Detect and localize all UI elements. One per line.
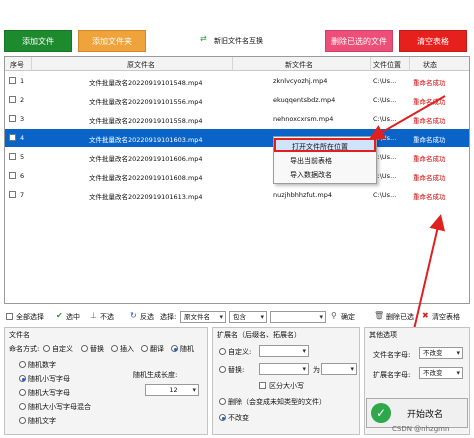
ext-label-delete: 删除（会变成未知类型的文件） (228, 398, 326, 406)
ext-replace-from-input[interactable] (259, 363, 309, 375)
filename-panel: 文件名 命名方式: 自定义 替换 插入 翻译 随机 随机数字 随机小写字母 随机… (4, 327, 208, 435)
select-mode-dropdown[interactable]: 包含 (229, 311, 267, 323)
delete-checked-button[interactable]: 删除已选 (386, 312, 414, 322)
ext-replace-to-input[interactable] (321, 363, 357, 375)
other-panel-title: 其他选项 (369, 331, 397, 339)
random-radio-uppercase[interactable] (19, 389, 26, 396)
ext-case-label: 扩展名字母: (373, 371, 411, 379)
random-label-uppercase: 随机大写字母 (28, 389, 70, 397)
mode-label-custom: 自定义 (52, 345, 73, 353)
ext-radio-no-change[interactable] (219, 414, 226, 421)
mode-label-replace: 替换 (90, 345, 104, 353)
name-case-label: 文件名字母: (373, 351, 411, 359)
random-radio-mixed[interactable] (19, 403, 26, 410)
refresh-icon: ↻ (130, 311, 137, 320)
mode-radio-replace[interactable] (81, 345, 88, 352)
check-icon: ✔ (56, 311, 63, 320)
select-all-label[interactable]: 全部选择 (16, 312, 44, 322)
ext-label-no-change: 不改变 (228, 414, 249, 422)
trash-icon: 🗑 (374, 311, 385, 320)
confirm-button[interactable]: 确定 (341, 312, 355, 322)
ext-as-label: 为 (313, 366, 320, 374)
select-checked-button[interactable]: 选中 (66, 312, 80, 322)
mode-label-translate: 翻译 (150, 345, 164, 353)
selection-toolbar: 全部选择 ✔ 选中 ⊥ 不选 ↻ 反选 选择: 原文件名 包含 ⚲ 确定 🗑 删… (4, 309, 470, 325)
select-field-dropdown[interactable]: 原文件名 (180, 311, 226, 323)
ext-custom-input[interactable] (259, 345, 309, 357)
select-label: 选择: (160, 313, 177, 321)
random-radio-digits[interactable] (19, 361, 26, 368)
unselect-button[interactable]: 不选 (100, 312, 114, 322)
watermark: CSDN @nhzgmn (392, 425, 450, 433)
case-sensitive-checkbox[interactable] (259, 382, 266, 389)
mode-radio-insert[interactable] (111, 345, 118, 352)
length-stepper[interactable]: 12 (145, 384, 199, 396)
mode-radio-random[interactable] (171, 345, 178, 352)
ext-case-dropdown[interactable]: 不改变 (419, 367, 463, 379)
search-icon: ⚲ (331, 311, 337, 320)
pin-icon: ⊥ (90, 311, 97, 320)
ext-radio-custom[interactable] (219, 348, 226, 355)
random-label-digits: 随机数字 (28, 361, 56, 369)
extension-panel-title: 扩展名（后缀名、拓展名） (217, 331, 301, 339)
select-keyword-input[interactable] (270, 311, 326, 323)
mode-label-random: 随机 (180, 345, 194, 353)
filename-panel-title: 文件名 (9, 331, 30, 339)
ext-label-replace: 替换: (228, 366, 245, 374)
random-radio-text[interactable] (19, 417, 26, 424)
clear-icon: ✖ (422, 311, 429, 320)
arrow-to-menu (368, 95, 446, 140)
length-label: 随机生成长度: (133, 371, 178, 379)
clear-table-small-button[interactable]: 清空表格 (432, 312, 460, 322)
invert-selection-button[interactable]: 反选 (140, 312, 154, 322)
select-all-checkbox[interactable] (6, 313, 13, 320)
random-label-text: 随机文字 (28, 417, 56, 425)
extension-panel: 扩展名（后缀名、拓展名） 自定义: 替换: 为 区分大小写 删除（会变成未知类型… (212, 327, 360, 435)
ext-radio-delete[interactable] (219, 398, 226, 405)
ext-label-custom: 自定义: (228, 348, 252, 356)
start-rename-label: 开始改名 (407, 410, 444, 420)
start-check-icon: ✓ (371, 403, 391, 423)
name-case-dropdown[interactable]: 不改变 (419, 347, 463, 359)
mode-label-insert: 插入 (120, 345, 134, 353)
random-radio-lowercase[interactable] (19, 375, 26, 382)
ext-radio-replace[interactable] (219, 366, 226, 373)
mode-radio-custom[interactable] (43, 345, 50, 352)
random-label-lowercase: 随机小写字母 (28, 375, 70, 383)
case-sensitive-label: 区分大小写 (269, 382, 304, 390)
naming-mode-label: 命名方式: (9, 345, 40, 353)
random-label-mixed: 随机大小写字母混合 (28, 403, 91, 411)
mode-radio-translate[interactable] (141, 345, 148, 352)
start-rename-button[interactable]: ✓ 开始改名 (366, 398, 468, 428)
